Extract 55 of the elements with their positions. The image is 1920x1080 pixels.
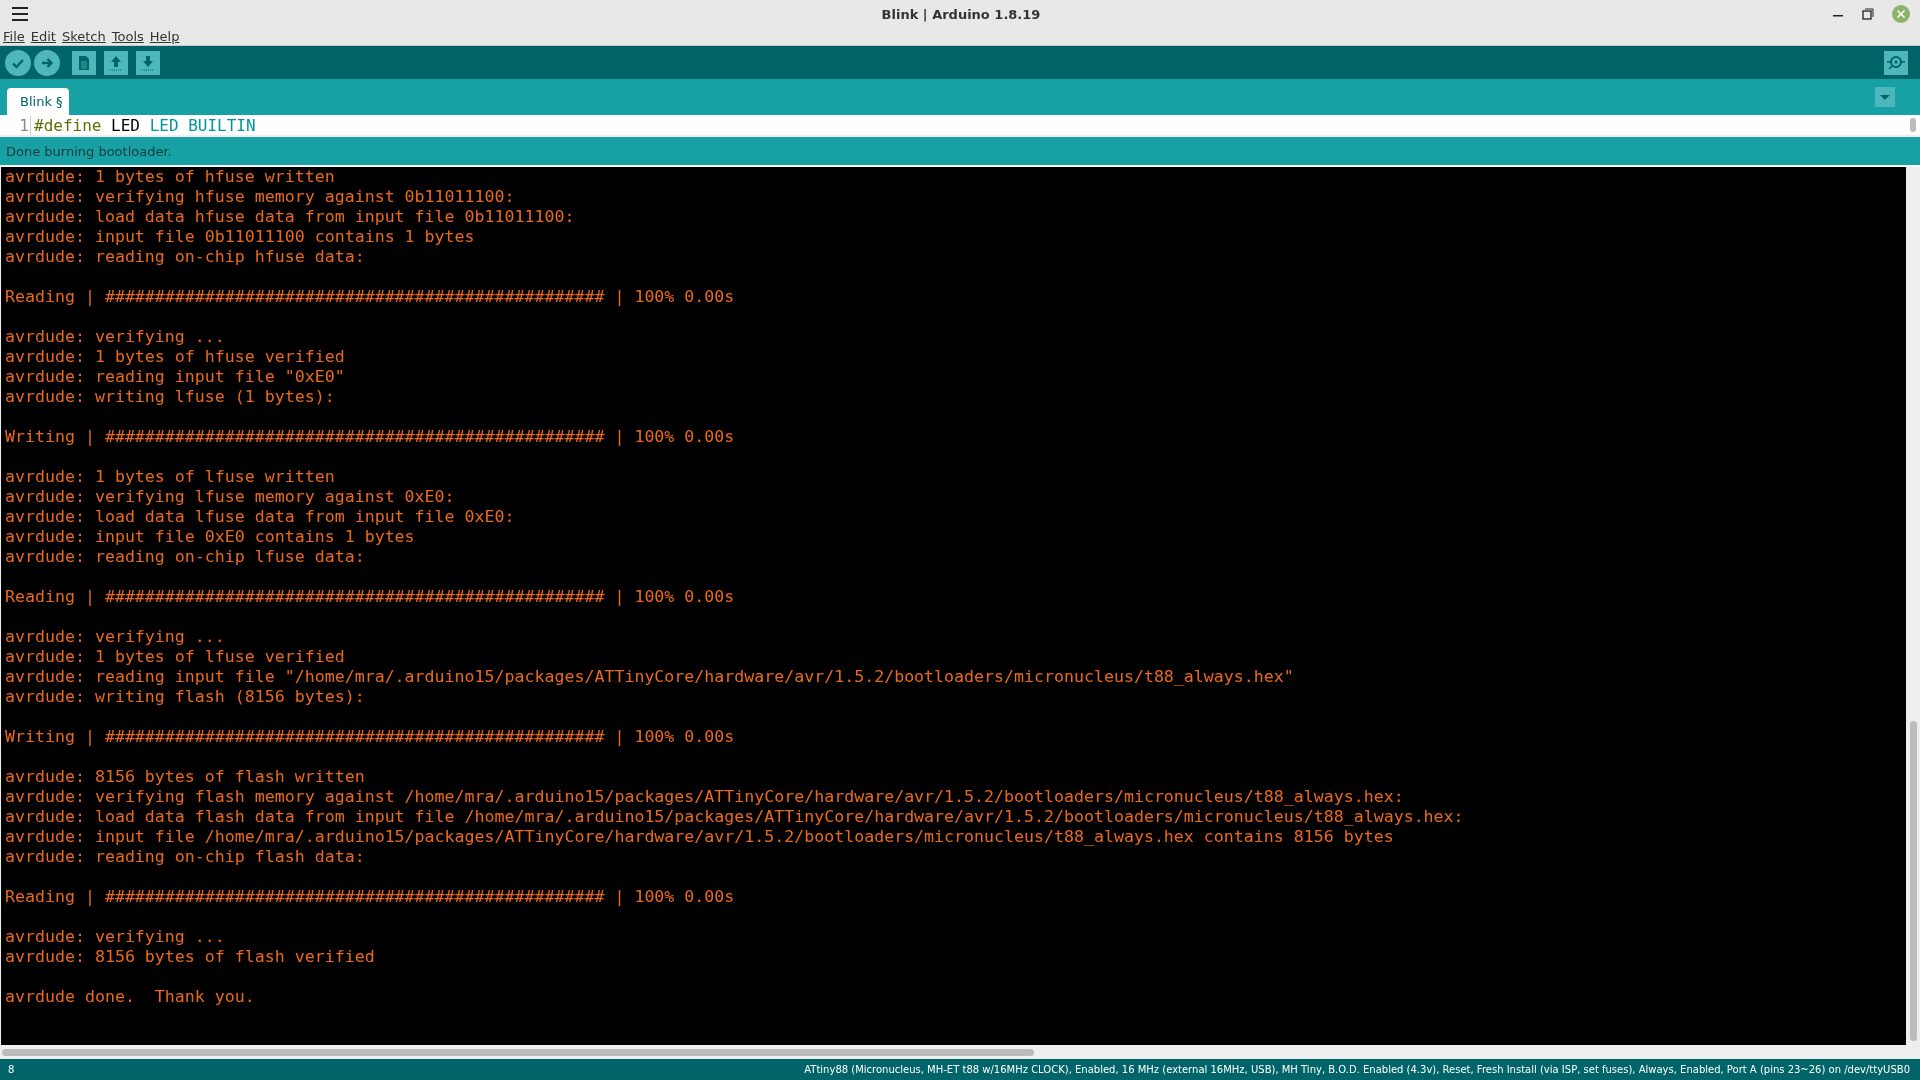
console-line: avrdude: verifying ...: [5, 327, 226, 347]
console-line: avrdude: load data lfuse data from input file 0xE0:: [5, 507, 516, 527]
scrollbar[interactable]: [1910, 118, 1916, 132]
console-line: avrdude: 1 bytes of hfuse verified: [5, 347, 346, 367]
console-line: Reading | ################################################## | 100% 0.00s: [5, 287, 736, 307]
console-line: avrdude: load data hfuse data from input file 0b11011100:: [5, 207, 576, 227]
new-file-icon[interactable]: [72, 50, 96, 75]
console-line: avrdude: input file 0xE0 contains 1 bytes: [5, 527, 416, 547]
console-line: avrdude: input file /home/mra/.arduino15/packages/ATTinyCore/hardware/avr/1.5.2/bootloaders/micronucleus/t88_always.hex contains 8156 bytes: [5, 827, 1395, 847]
console-line: avrdude: 1 bytes of lfuse written: [5, 467, 336, 487]
code-line[interactable]: #define LED LED BUILTIN: [34, 115, 256, 135]
menu-item[interactable]: Help: [149, 29, 180, 44]
console-line: avrdude: verifying flash memory against /home/mra/.arduino15/packages/ATTinyCore/hardware/avr/1.5.2/bootloaders/micronucleus/t88_always.hex:: [5, 787, 1405, 807]
console-line: avrdude: reading on-chip lfuse data:: [5, 547, 366, 567]
scrollbar[interactable]: [2, 1048, 1034, 1056]
console-line: avrdude: verifying hfuse memory against 0b11011100:: [5, 187, 516, 207]
open-icon[interactable]: [104, 50, 128, 75]
console-line: avrdude: 1 bytes of lfuse verified: [5, 647, 346, 667]
menu-item[interactable]: Edit: [30, 29, 56, 44]
console-line: avrdude: verifying ...: [5, 927, 226, 947]
console-line: avrdude: writing flash (8156 bytes):: [5, 687, 366, 707]
console-line: avrdude: input file 0b11011100 contains 1 bytes: [5, 227, 476, 247]
serial-monitor-icon[interactable]: [1884, 50, 1908, 75]
console-line: avrdude: load data flash data from input file /home/mra/.arduino15/packages/ATTinyCore/hardware/avr/1.5.2/bootloaders/micronucleus/t88_always.hex:: [5, 807, 1465, 827]
menu-icon[interactable]: [12, 7, 28, 21]
verify-icon[interactable]: [5, 49, 31, 76]
status-message: Done burning bootloader.: [6, 143, 172, 159]
line-number: 1: [0, 115, 31, 135]
menu-item[interactable]: Sketch: [61, 29, 106, 44]
board-info: ATtiny88 (Micronucleus, MH-ET t88 w/16MHz CLOCK), Enabled, 16 MHz (external 16MHz, USB), MH Tiny, B.O.D. Enabled (4.3v), Reset, Fresh Install (via ISP, set fuses), Always, Enabled, Port A (pins 23~26) on /dev/ttyUSB0: [804, 1064, 1910, 1075]
maximize-icon[interactable]: [1862, 8, 1874, 20]
console-line: avrdude done. Thank you.: [5, 987, 256, 1007]
tab[interactable]: Blink §: [7, 88, 69, 115]
console-line: avrdude: 8156 bytes of flash written: [5, 767, 366, 787]
window-title: Blink | Arduino 1.8.19: [881, 6, 1041, 22]
console-line: avrdude: 1 bytes of hfuse written: [5, 167, 336, 187]
console-line: avrdude: verifying lfuse memory against 0xE0:: [5, 487, 456, 507]
console-line: Writing | ################################################## | 100% 0.00s: [5, 427, 736, 447]
console-line: avrdude: reading on-chip flash data:: [5, 847, 366, 867]
dropdown-icon[interactable]: [1875, 87, 1895, 107]
console-line: Writing | ################################################## | 100% 0.00s: [5, 727, 736, 747]
console-line: avrdude: reading on-chip hfuse data:: [5, 247, 366, 267]
console-line: Reading | ################################################## | 100% 0.00s: [5, 587, 736, 607]
close-icon[interactable]: [1892, 5, 1910, 23]
console-line: avrdude: writing lfuse (1 bytes):: [5, 387, 336, 407]
menu-item[interactable]: Tools: [111, 29, 144, 44]
console-line: avrdude: 8156 bytes of flash verified: [5, 947, 376, 967]
save-icon[interactable]: [136, 50, 160, 75]
console-line: Reading | ################################################## | 100% 0.00s: [5, 887, 736, 907]
console-line: avrdude: reading input file "0xE0": [5, 367, 346, 387]
menu-item[interactable]: File: [3, 29, 25, 44]
console-line: avrdude: verifying ...: [5, 627, 226, 647]
line-number: 8: [8, 1064, 15, 1075]
scrollbar[interactable]: [1909, 721, 1917, 1041]
console-line: avrdude: reading input file "/home/mra/.arduino15/packages/ATTinyCore/hardware/avr/1.5.2/bootloaders/micronucleus/t88_always.hex": [5, 667, 1295, 687]
